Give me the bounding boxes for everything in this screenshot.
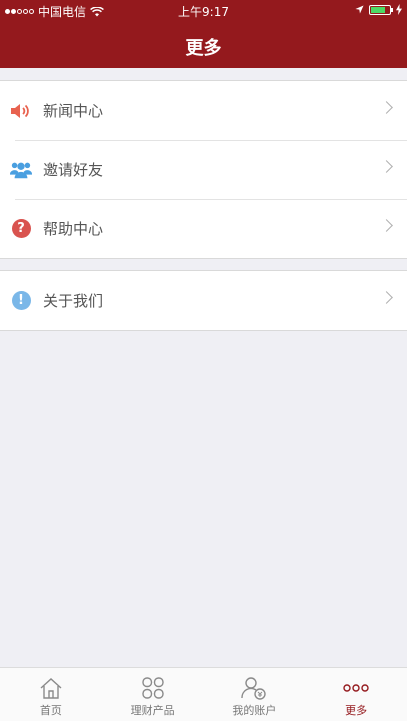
app-header: 中国电信 上午9:17 更多 [0, 0, 407, 68]
bottom-tab-bar: 首页 理财产品 我的账户 更多 [0, 667, 407, 721]
tab-label: 首页 [39, 704, 62, 717]
chevron-right-icon [380, 160, 393, 173]
page-title: 更多 [185, 38, 222, 59]
tab-label: 我的账户 [232, 704, 277, 717]
info-icon: ! [10, 290, 32, 312]
products-icon [141, 675, 165, 701]
charging-bolt-icon [396, 4, 402, 15]
menu-item-help-center[interactable]: ? 帮助中心 [0, 199, 407, 258]
tab-label: 理财产品 [130, 704, 175, 717]
home-icon [39, 675, 63, 701]
menu-item-label: 关于我们 [43, 292, 104, 310]
speaker-icon [10, 100, 32, 122]
battery-icon [369, 4, 393, 15]
menu-item-label: 新闻中心 [43, 102, 104, 120]
tab-label: 更多 [345, 704, 368, 717]
menu-item-label: 邀请好友 [43, 161, 104, 179]
menu-group-2: ! 关于我们 [0, 270, 407, 331]
location-arrow-icon [355, 5, 364, 14]
menu-group-1: 新闻中心 邀请好友 ? 帮助中心 [0, 80, 407, 259]
account-icon [241, 675, 267, 701]
menu-item-news-center[interactable]: 新闻中心 [0, 81, 407, 140]
menu-item-label: 帮助中心 [43, 220, 104, 238]
status-time: 上午9:17 [178, 5, 229, 19]
tab-products[interactable]: 理财产品 [102, 668, 204, 721]
chevron-right-icon [380, 101, 393, 114]
tab-home[interactable]: 首页 [0, 668, 102, 721]
status-bar: 中国电信 上午9:17 [0, 0, 407, 22]
menu-item-invite-friends[interactable]: 邀请好友 [0, 140, 407, 199]
tab-my-account[interactable]: 我的账户 [204, 668, 306, 721]
more-icon [343, 675, 369, 701]
menu-item-about-us[interactable]: ! 关于我们 [0, 271, 407, 330]
users-icon [10, 159, 32, 181]
chevron-right-icon [380, 219, 393, 232]
chevron-right-icon [380, 291, 393, 304]
tab-more[interactable]: 更多 [305, 668, 407, 721]
help-icon: ? [10, 218, 32, 240]
